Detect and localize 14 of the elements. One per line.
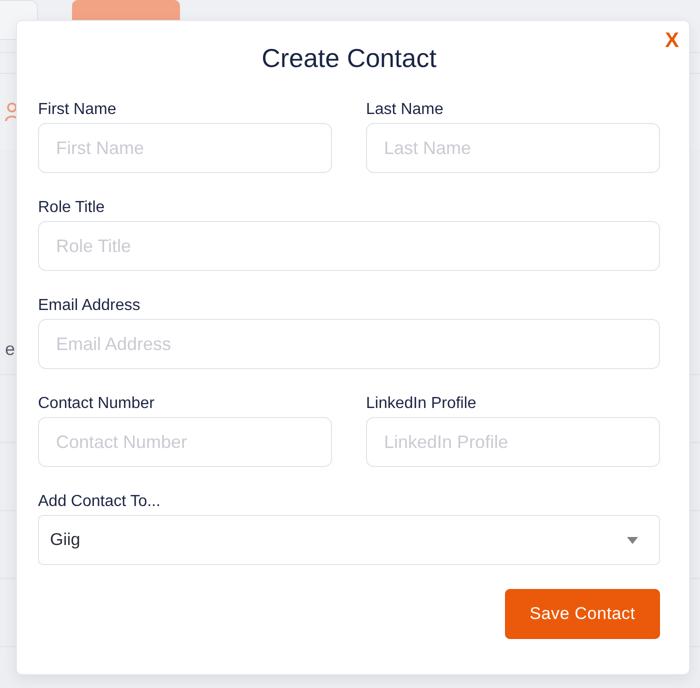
close-button[interactable]: X [664, 29, 680, 53]
caret-icon [627, 536, 638, 544]
dropdown-select[interactable]: Giig [38, 515, 660, 565]
field-label: LinkedIn Profile [366, 394, 476, 414]
field-label: Role Title [38, 198, 105, 218]
field-label: Last Name [366, 100, 444, 120]
person-icon [5, 102, 19, 122]
dialog-title: Create Contact [262, 42, 436, 74]
field-label: Email Address [38, 296, 140, 316]
row-text: e [5, 338, 16, 360]
field-label: Contact Number [38, 394, 154, 414]
field-label: Add Contact To... [38, 492, 160, 512]
save-contact-button[interactable]: Save Contact [505, 589, 660, 639]
field-label: First Name [38, 100, 116, 120]
